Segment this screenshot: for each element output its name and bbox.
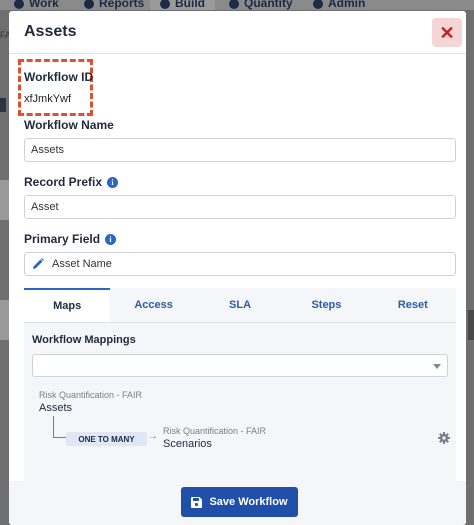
gear-icon[interactable] <box>438 431 450 444</box>
highlight-annotation <box>18 59 93 116</box>
tab-steps[interactable]: Steps <box>283 288 369 322</box>
primary-field-selector[interactable]: Asset Name <box>24 252 456 276</box>
close-button[interactable]: ✕ <box>432 18 462 47</box>
tab-reset[interactable]: Reset <box>370 288 456 322</box>
build-icon <box>160 0 170 9</box>
child-solution-name: Risk Quantification - FAIR <box>163 426 267 436</box>
parent-workflow-name: Assets <box>39 402 73 414</box>
tab-maps[interactable]: Maps <box>24 288 111 322</box>
modal-footer: Save Workflow <box>9 481 466 525</box>
nav-item-build: Build <box>150 0 215 10</box>
work-icon <box>14 0 24 9</box>
nav-item-reports: Reports <box>84 0 144 10</box>
admin-icon <box>313 0 323 9</box>
background-scroll-edge <box>468 310 474 340</box>
chevron-down-icon <box>433 364 441 369</box>
workflow-name-input[interactable]: Assets <box>24 138 456 162</box>
tab-bar: Maps Access SLA Steps Reset <box>24 288 456 323</box>
arrow-right-icon: → <box>148 431 158 442</box>
parent-solution-name: Risk Quantification - FAIR <box>39 390 143 400</box>
modal-title: Assets <box>24 23 77 40</box>
save-workflow-button[interactable]: Save Workflow <box>181 487 298 517</box>
workflow-id-value: xfJmkYwf <box>24 93 72 105</box>
workflow-settings-modal: Assets ✕ Workflow ID xfJmkYwf Workflow N… <box>9 11 466 525</box>
info-icon[interactable]: i <box>105 233 117 245</box>
primary-field-label: Primary Field i <box>24 232 117 246</box>
background-nav-bar: Work Reports Build Quantity Admin <box>0 0 474 10</box>
record-prefix-input[interactable]: Asset <box>24 195 456 219</box>
quantity-icon <box>229 0 239 9</box>
nav-item-admin: Admin <box>313 0 365 10</box>
tab-sla[interactable]: SLA <box>197 288 283 322</box>
tab-access[interactable]: Access <box>110 288 196 322</box>
workflow-mapping-select[interactable] <box>32 354 448 377</box>
modal-header: Assets ✕ <box>9 11 466 54</box>
workflow-mappings-label: Workflow Mappings <box>32 334 136 346</box>
nav-item-quantity: Quantity <box>229 0 293 10</box>
workflow-id-label: Workflow ID <box>24 70 94 84</box>
floppy-disk-icon <box>191 496 203 508</box>
pencil-icon <box>31 257 45 271</box>
info-icon[interactable]: i <box>107 176 119 188</box>
nav-item-work: Work <box>14 0 59 10</box>
child-workflow-name: Scenarios <box>163 438 212 450</box>
relationship-badge: ONE TO MANY <box>66 432 147 446</box>
workflow-name-label: Workflow Name <box>24 118 114 132</box>
tree-connector <box>53 416 67 438</box>
close-icon: ✕ <box>439 22 455 43</box>
background-marker <box>0 98 6 112</box>
reports-icon <box>84 0 94 9</box>
record-prefix-label: Record Prefix i <box>24 175 119 189</box>
